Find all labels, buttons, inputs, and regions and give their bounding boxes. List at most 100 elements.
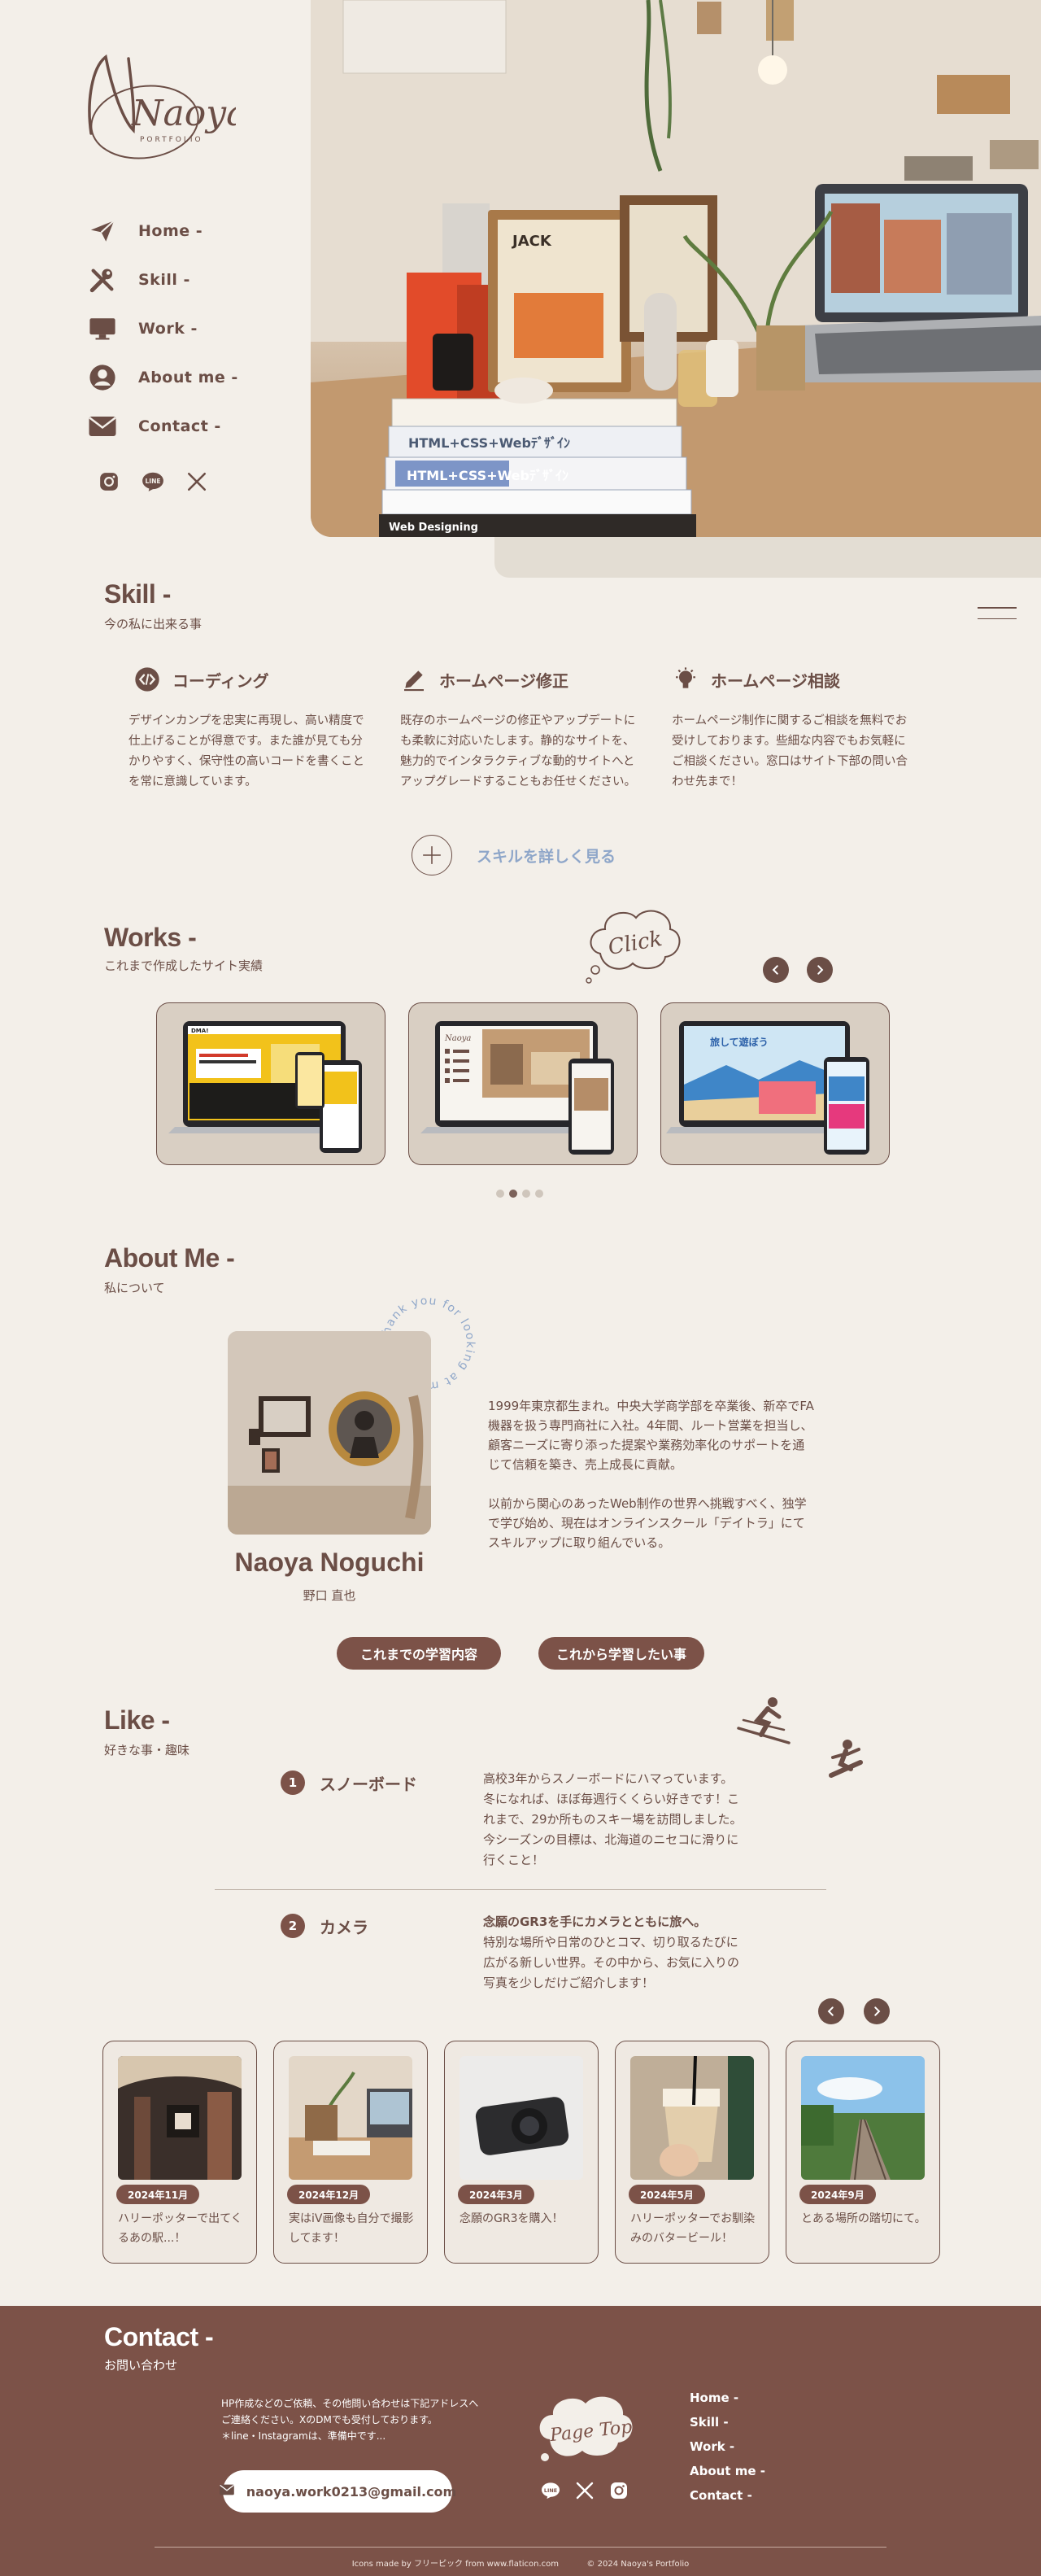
line-icon[interactable]: LINE bbox=[540, 2480, 561, 2501]
footer: Contact - お問い合わせ HP作成などのご依頼、その他問い合わせは下記ア… bbox=[0, 2306, 1041, 2576]
works-pagination bbox=[496, 1190, 543, 1198]
code-icon bbox=[133, 666, 161, 693]
profile-name: Naoya Noguchi bbox=[234, 1548, 425, 1577]
works-title: Works - bbox=[104, 923, 197, 952]
svg-text:LINE: LINE bbox=[145, 478, 160, 485]
nav-item-about[interactable]: About me - bbox=[86, 353, 238, 402]
snowboarder-icon bbox=[826, 1738, 865, 1787]
skill-title: Skill - bbox=[104, 579, 171, 609]
skill-card-body: 既存のホームページの修正やアップデートにも柔軟に対応いたします。静的なサイトを、… bbox=[400, 714, 636, 788]
footer-nav-skill[interactable]: Skill - bbox=[690, 2415, 729, 2430]
photo-card-4[interactable]: 2024年5月 ハリーポッターでお馴染みのバタービール！ bbox=[615, 2041, 769, 2264]
like-subtitle: 好きな事・趣味 bbox=[104, 1743, 190, 1757]
photo-caption: ハリーポッターで出てくるあの駅...！ bbox=[118, 2212, 242, 2245]
svg-text:HTML+CSS+Webﾃﾞｻﾞｲﾝ: HTML+CSS+Webﾃﾞｻﾞｲﾝ bbox=[408, 435, 570, 451]
photo-card-3[interactable]: 2024年3月 念願のGR3を購入！ bbox=[444, 2041, 599, 2264]
email-button[interactable]: naoya.work0213@gmail.com bbox=[219, 2470, 456, 2513]
photo-date-badge: 2024年12月 bbox=[287, 2185, 371, 2204]
skill-card-coding: コーディング デザインカンプを忠実に再現し、高い精度で仕上げることが得意です。ま… bbox=[128, 666, 377, 792]
skill-card-body: デザインカンプを忠実に再現し、高い精度で仕上げることが得意です。また誰が見ても分… bbox=[128, 714, 364, 788]
x-icon[interactable] bbox=[184, 469, 210, 495]
like-item-text: 念願のGR3を手にカメラとともに旅へ。 特別な場所や日常のひとコマ、切り取るたび… bbox=[483, 1915, 740, 1990]
nav-item-contact[interactable]: Contact - bbox=[86, 402, 238, 451]
about-paragraph-1: 1999年東京都生まれ。中央大学商学部を卒業後、新卒でFA機器を扱う専門商社に入… bbox=[488, 1399, 814, 1472]
tools-icon bbox=[86, 264, 119, 296]
past-learning-button[interactable]: これまでの学習内容 bbox=[337, 1637, 501, 1670]
photo-date-badge: 2024年11月 bbox=[116, 2185, 200, 2204]
chevron-left-icon bbox=[772, 965, 778, 975]
work-card-1[interactable]: DMA! bbox=[156, 1002, 385, 1165]
photo-card-5[interactable]: 2024年9月 とある場所の踏切にて。 bbox=[786, 2041, 940, 2264]
like-number-badge: 1 bbox=[281, 1770, 305, 1795]
skill-more-label: スキルを詳しく見る bbox=[477, 847, 616, 866]
nav-item-home[interactable]: Home - bbox=[86, 207, 238, 255]
svg-text:Naoya: Naoya bbox=[444, 1034, 471, 1043]
photos-next-button[interactable] bbox=[864, 1998, 890, 2024]
works-prev-button[interactable] bbox=[763, 957, 789, 983]
instagram-icon[interactable] bbox=[96, 469, 122, 495]
social-links: LINE bbox=[96, 469, 210, 495]
plus-icon bbox=[412, 835, 452, 875]
pagination-dot[interactable] bbox=[535, 1190, 543, 1198]
like-item-snowboard: 1 スノーボード bbox=[281, 1770, 417, 1795]
skill-more-link[interactable]: スキルを詳しく見る bbox=[412, 835, 616, 875]
photo-caption: 実はiV画像も自分で撮影してます！ bbox=[289, 2212, 414, 2245]
sidebar: Naoya PORTFOLIO Home - Skill - Work - bbox=[0, 0, 309, 553]
user-icon bbox=[86, 361, 119, 394]
like-item-name: スノーボード bbox=[320, 1774, 417, 1794]
footer-nav-about[interactable]: About me - bbox=[690, 2464, 765, 2478]
photo-date-badge: 2024年3月 bbox=[458, 2185, 534, 2204]
photos-prev-button[interactable] bbox=[818, 1998, 844, 2024]
svg-text:DMA!: DMA! bbox=[191, 1028, 208, 1034]
work-card-2[interactable]: Naoya bbox=[408, 1002, 638, 1165]
icon-credit[interactable]: Icons made by フリーピック from www.flaticon.c… bbox=[352, 2560, 559, 2569]
nav-label: About me - bbox=[138, 369, 238, 386]
email-address: naoya.work0213@gmail.com bbox=[246, 2483, 457, 2500]
instagram-icon[interactable] bbox=[608, 2480, 629, 2501]
about-paragraph-2: 以前から関心のあったWeb制作の世界へ挑戦すべく、独学で学び始め、現在はオンライ… bbox=[488, 1496, 807, 1550]
nav-item-work[interactable]: Work - bbox=[86, 304, 238, 353]
profile-name-kana: 野口 直也 bbox=[303, 1588, 356, 1603]
svg-text:Naoya: Naoya bbox=[131, 93, 236, 134]
work-card-3[interactable]: 旅して遊ぼう bbox=[660, 1002, 890, 1165]
skill-card-title: ホームページ相談 bbox=[711, 670, 840, 691]
contact-text: HP作成などのご依頼、その他問い合わせは下記アドレスへ ご連絡ください。XのDM… bbox=[221, 2398, 479, 2442]
contact-title: Contact - bbox=[104, 2322, 214, 2351]
hamburger-menu-icon[interactable] bbox=[978, 604, 1017, 622]
photo-railroad bbox=[801, 2056, 925, 2180]
x-icon[interactable] bbox=[574, 2480, 595, 2501]
like-number-badge: 2 bbox=[281, 1914, 305, 1938]
nav-item-skill[interactable]: Skill - bbox=[86, 255, 238, 304]
svg-text:JACK: JACK bbox=[511, 233, 552, 250]
photo-camera bbox=[460, 2056, 583, 2180]
footer-nav-home[interactable]: Home - bbox=[690, 2390, 738, 2405]
svg-text:PORTFOLIO: PORTFOLIO bbox=[140, 136, 203, 144]
lightbulb-icon bbox=[672, 666, 699, 693]
svg-text:旅して遊ぼう: 旅して遊ぼう bbox=[710, 1036, 769, 1048]
skill-card-title: コーディング bbox=[172, 670, 269, 691]
photo-date-badge: 2024年9月 bbox=[799, 2185, 876, 2204]
photo-card-1[interactable]: 2024年11月 ハリーポッターで出てくるあの駅...！ bbox=[102, 2041, 257, 2264]
divider bbox=[215, 1889, 826, 1890]
site-logo[interactable]: Naoya PORTFOLIO bbox=[81, 42, 247, 164]
footer-nav-work[interactable]: Work - bbox=[690, 2439, 734, 2454]
pagination-dot[interactable] bbox=[522, 1190, 530, 1198]
pagination-dot[interactable] bbox=[496, 1190, 504, 1198]
photo-card-2[interactable]: 2024年12月 実はiV画像も自分で撮影してます！ bbox=[273, 2041, 428, 2264]
footer-social-links: LINE bbox=[540, 2480, 629, 2501]
click-bubble: Click bbox=[584, 905, 685, 989]
mail-icon bbox=[219, 2483, 235, 2500]
like-item-camera: 2 カメラ bbox=[281, 1914, 368, 1938]
monitor-icon bbox=[86, 312, 119, 345]
mail-icon bbox=[86, 410, 119, 443]
pagination-dot-active[interactable] bbox=[509, 1190, 517, 1198]
page-top-button[interactable]: Page Top bbox=[534, 2390, 639, 2475]
line-icon[interactable]: LINE bbox=[140, 469, 166, 495]
divider bbox=[155, 2547, 886, 2548]
nav-label: Skill - bbox=[138, 271, 190, 289]
future-learning-button[interactable]: これから学習したい事 bbox=[538, 1637, 704, 1670]
works-next-button[interactable] bbox=[807, 957, 833, 983]
footer-nav-contact[interactable]: Contact - bbox=[690, 2488, 752, 2503]
works-subtitle: これまで作成したサイト実績 bbox=[104, 958, 264, 973]
svg-text:Web Designing: Web Designing bbox=[389, 522, 478, 534]
